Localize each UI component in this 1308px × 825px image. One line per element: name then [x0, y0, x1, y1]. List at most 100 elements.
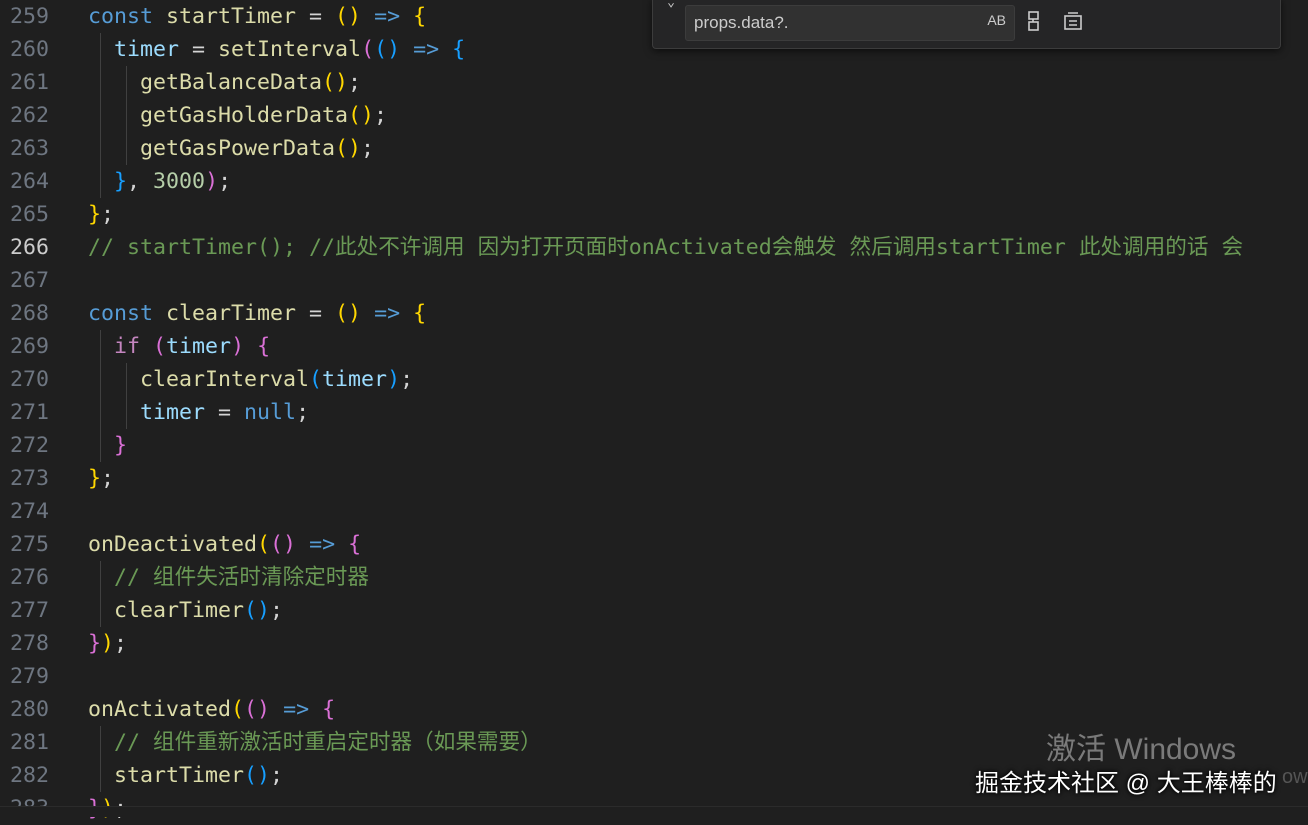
- code-token: =: [296, 301, 336, 326]
- code-token: (): [244, 598, 271, 623]
- code-line[interactable]: 262 getGasHolderData();: [0, 99, 1308, 132]
- code-editor[interactable]: 259 const startTimer = () => {260 timer =…: [0, 0, 1308, 821]
- code-line[interactable]: 278});: [0, 627, 1308, 660]
- code-token: (): [322, 70, 349, 95]
- code-text[interactable]: onActivated(() => {: [88, 693, 335, 726]
- code-token: (): [335, 4, 362, 29]
- indent-guide: [100, 330, 101, 462]
- line-number: 265: [9, 202, 49, 227]
- code-token: null: [244, 400, 297, 425]
- code-token: (): [244, 763, 271, 788]
- code-token: getGasHolderData: [140, 103, 349, 128]
- code-token: ;: [361, 136, 375, 161]
- code-text[interactable]: };: [88, 462, 114, 495]
- code-text[interactable]: timer = setInterval(() => {: [88, 33, 465, 66]
- code-token: clearTimer: [166, 301, 297, 326]
- code-token: ;: [270, 598, 284, 623]
- line-number: 271: [9, 400, 49, 425]
- code-token: }: [88, 202, 102, 227]
- find-input-box[interactable]: AB: [685, 5, 1015, 41]
- code-token: if: [114, 334, 154, 359]
- code-text[interactable]: }, 3000);: [88, 165, 231, 198]
- code-text[interactable]: });: [88, 627, 127, 660]
- code-text[interactable]: clearTimer();: [88, 594, 283, 627]
- code-token: }: [88, 631, 102, 656]
- code-text[interactable]: const startTimer = () => {: [88, 0, 426, 33]
- code-line[interactable]: 277 clearTimer();: [0, 594, 1308, 627]
- find-widget: ⌄ AB: [652, 0, 1281, 49]
- code-line[interactable]: 280 onActivated(() => {: [0, 693, 1308, 726]
- code-token: {: [348, 532, 362, 557]
- code-token: (: [257, 532, 271, 557]
- code-text[interactable]: onDeactivated(() => {: [88, 528, 361, 561]
- replace-all-icon[interactable]: [1061, 9, 1085, 33]
- code-line[interactable]: 268 const clearTimer = () => {: [0, 297, 1308, 330]
- line-number: 261: [9, 70, 49, 95]
- code-text[interactable]: if (timer) {: [88, 330, 270, 363]
- code-text[interactable]: }: [88, 429, 127, 462]
- code-line[interactable]: 263 getGasPowerData();: [0, 132, 1308, 165]
- code-token: {: [413, 4, 427, 29]
- code-text[interactable]: };: [88, 198, 114, 231]
- preserve-case-icon[interactable]: [1023, 9, 1047, 33]
- code-text[interactable]: clearInterval(timer);: [88, 363, 413, 396]
- code-line[interactable]: 264 }, 3000);: [0, 165, 1308, 198]
- indent-guide: [126, 363, 127, 429]
- code-line[interactable]: 265};: [0, 198, 1308, 231]
- code-text[interactable]: getGasHolderData();: [88, 99, 387, 132]
- match-case-toggle[interactable]: AB: [987, 12, 1006, 28]
- code-text[interactable]: startTimer();: [88, 759, 283, 792]
- code-token: ;: [218, 169, 232, 194]
- code-text[interactable]: // 组件重新激活时重启定时器（如果需要）: [88, 726, 542, 759]
- code-line[interactable]: 269 if (timer) {: [0, 330, 1308, 363]
- code-text[interactable]: const clearTimer = () => {: [88, 297, 426, 330]
- code-line[interactable]: 276 // 组件失活时清除定时器: [0, 561, 1308, 594]
- code-token: }: [114, 169, 128, 194]
- code-line[interactable]: 267: [0, 264, 1308, 297]
- code-token: ;: [101, 202, 115, 227]
- code-text[interactable]: getBalanceData();: [88, 66, 361, 99]
- code-line[interactable]: 274: [0, 495, 1308, 528]
- code-token: (): [374, 37, 401, 62]
- code-token: ;: [348, 70, 362, 95]
- code-text[interactable]: timer = null;: [88, 396, 309, 429]
- line-number: 262: [9, 103, 49, 128]
- chevron-down-icon[interactable]: ⌄: [661, 0, 681, 12]
- code-token: (): [335, 301, 362, 326]
- indent-guide: [100, 726, 101, 792]
- code-line[interactable]: 270 clearInterval(timer);: [0, 363, 1308, 396]
- line-number: 281: [9, 730, 49, 755]
- code-line[interactable]: 272 }: [0, 429, 1308, 462]
- code-line[interactable]: 271 timer = null;: [0, 396, 1308, 429]
- code-line[interactable]: 261 getBalanceData();: [0, 66, 1308, 99]
- code-line[interactable]: 275 onDeactivated(() => {: [0, 528, 1308, 561]
- line-number: 270: [9, 367, 49, 392]
- code-line[interactable]: 273};: [0, 462, 1308, 495]
- code-token: 3000: [153, 169, 206, 194]
- code-text[interactable]: getGasPowerData();: [88, 132, 374, 165]
- code-line[interactable]: 266 // startTimer(); //此处不许调用 因为打开页面时onAc…: [0, 231, 1308, 264]
- code-text[interactable]: // startTimer(); //此处不许调用 因为打开页面时onActiv…: [88, 231, 1243, 264]
- code-token: {: [413, 301, 427, 326]
- code-token: (): [335, 136, 362, 161]
- find-input[interactable]: [694, 6, 964, 40]
- code-token: onDeactivated: [88, 532, 258, 557]
- line-number: 260: [9, 37, 49, 62]
- code-token: clearInterval: [140, 367, 310, 392]
- code-line[interactable]: 279: [0, 660, 1308, 693]
- code-text[interactable]: // 组件失活时清除定时器: [88, 561, 369, 594]
- code-token: // 组件失活时清除定时器: [114, 565, 369, 590]
- horizontal-scrollbar[interactable]: [0, 806, 1308, 817]
- code-token: =: [296, 4, 336, 29]
- code-token: startTimer: [114, 763, 245, 788]
- line-number: 272: [9, 433, 49, 458]
